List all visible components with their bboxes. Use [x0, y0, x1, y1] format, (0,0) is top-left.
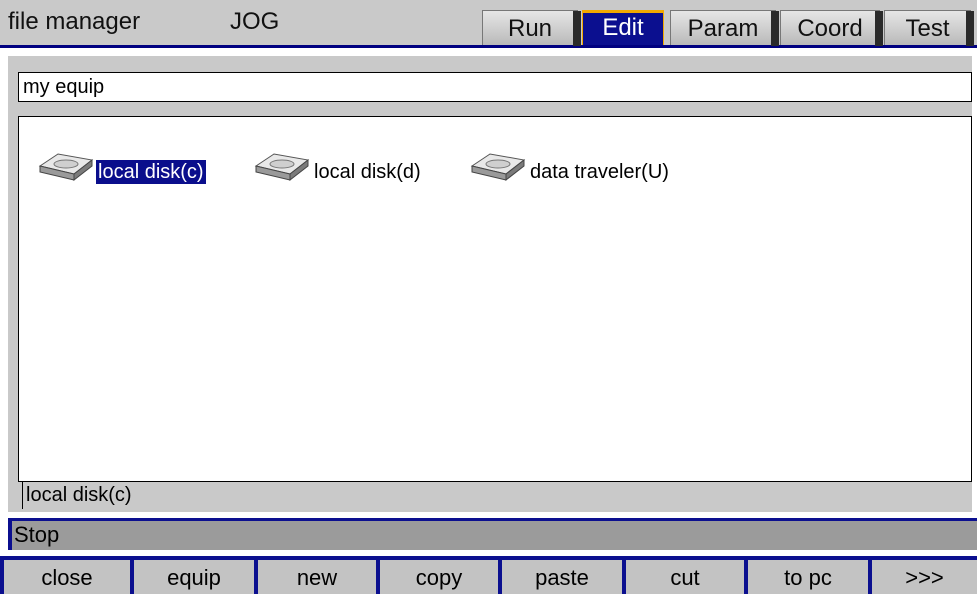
tab-label: Edit	[602, 14, 644, 41]
tab-label: Coord	[797, 15, 863, 42]
cut-button[interactable]: cut	[626, 560, 744, 594]
tab-coord[interactable]: Coord	[780, 10, 883, 46]
machine-status-bar	[8, 518, 977, 550]
tab-label: Run	[507, 15, 553, 42]
to-pc-button[interactable]: to pc	[748, 560, 868, 594]
mode-indicator: JOG	[230, 8, 280, 35]
tab-run[interactable]: Run	[482, 10, 581, 46]
more-button[interactable]: >>>	[872, 560, 977, 594]
tab-test[interactable]: Test	[884, 10, 974, 46]
path-field[interactable]: my equip	[18, 72, 972, 102]
machine-status-text: Stop	[14, 522, 60, 547]
drive-label: data traveler(U)	[530, 161, 669, 183]
tab-label: Param	[687, 15, 759, 42]
drive-data-traveler-u[interactable]: data traveler(U)	[468, 145, 671, 185]
new-button[interactable]: new	[258, 560, 376, 594]
drive-label: local disk(c)	[96, 160, 206, 184]
drive-local-disk-d[interactable]: local disk(d)	[252, 145, 423, 185]
copy-button[interactable]: copy	[380, 560, 498, 594]
close-button[interactable]: close	[4, 560, 130, 594]
equip-button[interactable]: equip	[134, 560, 254, 594]
disk-drive-icon	[470, 153, 526, 182]
disk-drive-icon	[38, 153, 94, 182]
selection-status: local disk(c)	[22, 482, 972, 509]
tab-label: Test	[905, 15, 950, 42]
tab-edit[interactable]: Edit	[582, 10, 664, 45]
app-title: file manager	[8, 8, 141, 35]
drive-label: local disk(d)	[314, 161, 421, 183]
tab-param[interactable]: Param	[670, 10, 779, 46]
disk-drive-icon	[254, 153, 310, 182]
paste-button[interactable]: paste	[502, 560, 622, 594]
drive-local-disk-c[interactable]: local disk(c)	[36, 145, 206, 185]
